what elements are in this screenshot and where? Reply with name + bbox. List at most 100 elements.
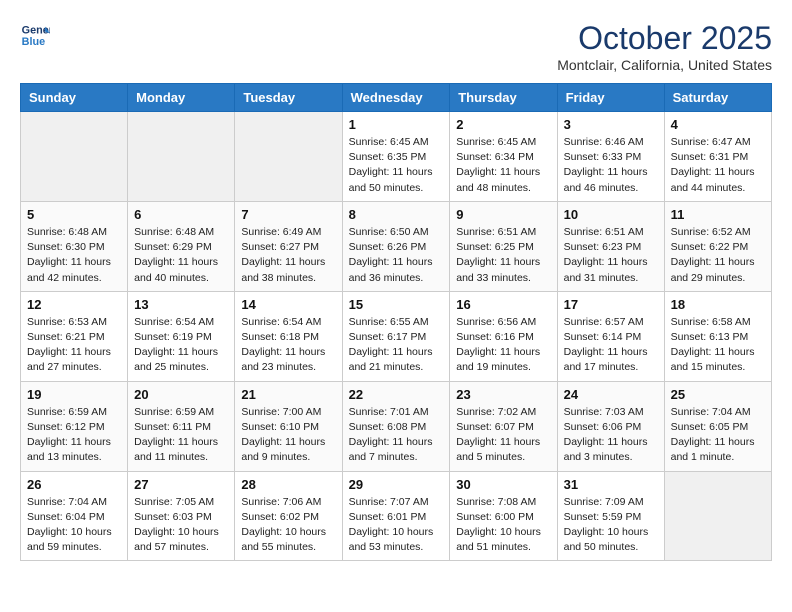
day-info: Sunrise: 6:55 AM Sunset: 6:17 PM Dayligh…	[349, 315, 444, 376]
calendar-week-5: 26Sunrise: 7:04 AM Sunset: 6:04 PM Dayli…	[21, 471, 772, 561]
day-number: 17	[564, 297, 658, 312]
day-info: Sunrise: 6:50 AM Sunset: 6:26 PM Dayligh…	[349, 225, 444, 286]
day-number: 6	[134, 207, 228, 222]
day-number: 15	[349, 297, 444, 312]
day-number: 27	[134, 477, 228, 492]
page-header: General Blue October 2025 Montclair, Cal…	[20, 20, 772, 73]
day-info: Sunrise: 6:54 AM Sunset: 6:19 PM Dayligh…	[134, 315, 228, 376]
calendar-week-4: 19 Sunrise: 6:59 AM Sunset: 6:12 PM Dayli…	[21, 381, 772, 471]
calendar-cell: 30Sunrise: 7:08 AM Sunset: 6:00 PM Dayli…	[450, 471, 557, 561]
weekday-header-wednesday: Wednesday	[342, 84, 450, 112]
day-number: 21	[241, 387, 335, 402]
day-info: Sunrise: 7:05 AM Sunset: 6:03 PM Dayligh…	[134, 495, 228, 556]
calendar-cell: 28 Sunrise: 7:06 AM Sunset: 6:02 PM Dayli…	[235, 471, 342, 561]
day-info: Sunrise: 7:00 AM Sunset: 6:10 PM Dayligh…	[241, 405, 335, 466]
day-number: 16	[456, 297, 550, 312]
weekday-header-tuesday: Tuesday	[235, 84, 342, 112]
calendar-cell: 2 Sunrise: 6:45 AM Sunset: 6:34 PM Daylig…	[450, 112, 557, 202]
day-info: Sunrise: 6:45 AM Sunset: 6:34 PM Dayligh…	[456, 135, 550, 196]
day-info: Sunrise: 6:45 AM Sunset: 6:35 PM Dayligh…	[349, 135, 444, 196]
calendar-cell: 10Sunrise: 6:51 AM Sunset: 6:23 PM Dayli…	[557, 201, 664, 291]
day-number: 28	[241, 477, 335, 492]
calendar-cell: 27 Sunrise: 7:05 AM Sunset: 6:03 PM Dayli…	[128, 471, 235, 561]
day-info: Sunrise: 7:09 AM Sunset: 5:59 PM Dayligh…	[564, 495, 658, 556]
calendar-cell: 3 Sunrise: 6:46 AM Sunset: 6:33 PM Daylig…	[557, 112, 664, 202]
day-number: 12	[27, 297, 121, 312]
day-number: 25	[671, 387, 765, 402]
day-number: 2	[456, 117, 550, 132]
calendar-cell: 25 Sunrise: 7:04 AM Sunset: 6:05 PM Dayli…	[664, 381, 771, 471]
day-number: 24	[564, 387, 658, 402]
svg-text:Blue: Blue	[22, 36, 45, 48]
calendar-week-3: 12Sunrise: 6:53 AM Sunset: 6:21 PM Dayli…	[21, 291, 772, 381]
day-info: Sunrise: 6:58 AM Sunset: 6:13 PM Dayligh…	[671, 315, 765, 376]
day-info: Sunrise: 6:49 AM Sunset: 6:27 PM Dayligh…	[241, 225, 335, 286]
calendar-cell: 8 Sunrise: 6:50 AM Sunset: 6:26 PM Daylig…	[342, 201, 450, 291]
day-info: Sunrise: 7:08 AM Sunset: 6:00 PM Dayligh…	[456, 495, 550, 556]
calendar-cell: 6Sunrise: 6:48 AM Sunset: 6:29 PM Daylig…	[128, 201, 235, 291]
weekday-header-friday: Friday	[557, 84, 664, 112]
day-info: Sunrise: 7:07 AM Sunset: 6:01 PM Dayligh…	[349, 495, 444, 556]
calendar-cell: 14Sunrise: 6:54 AM Sunset: 6:18 PM Dayli…	[235, 291, 342, 381]
day-info: Sunrise: 7:03 AM Sunset: 6:06 PM Dayligh…	[564, 405, 658, 466]
day-number: 26	[27, 477, 121, 492]
day-info: Sunrise: 6:46 AM Sunset: 6:33 PM Dayligh…	[564, 135, 658, 196]
title-block: October 2025 Montclair, California, Unit…	[557, 20, 772, 73]
calendar-cell: 29 Sunrise: 7:07 AM Sunset: 6:01 PM Dayli…	[342, 471, 450, 561]
calendar-cell: 20 Sunrise: 6:59 AM Sunset: 6:11 PM Dayli…	[128, 381, 235, 471]
calendar-cell: 19 Sunrise: 6:59 AM Sunset: 6:12 PM Dayli…	[21, 381, 128, 471]
calendar-cell: 13 Sunrise: 6:54 AM Sunset: 6:19 PM Dayli…	[128, 291, 235, 381]
day-info: Sunrise: 6:59 AM Sunset: 6:12 PM Dayligh…	[27, 405, 121, 466]
day-number: 13	[134, 297, 228, 312]
day-number: 3	[564, 117, 658, 132]
day-info: Sunrise: 6:56 AM Sunset: 6:16 PM Dayligh…	[456, 315, 550, 376]
logo: General Blue	[20, 20, 50, 50]
day-info: Sunrise: 6:51 AM Sunset: 6:23 PM Dayligh…	[564, 225, 658, 286]
day-info: Sunrise: 6:52 AM Sunset: 6:22 PM Dayligh…	[671, 225, 765, 286]
calendar-cell: 26Sunrise: 7:04 AM Sunset: 6:04 PM Dayli…	[21, 471, 128, 561]
calendar-cell	[21, 112, 128, 202]
day-number: 31	[564, 477, 658, 492]
day-number: 20	[134, 387, 228, 402]
day-number: 5	[27, 207, 121, 222]
weekday-header-monday: Monday	[128, 84, 235, 112]
calendar-cell: 31 Sunrise: 7:09 AM Sunset: 5:59 PM Dayli…	[557, 471, 664, 561]
day-info: Sunrise: 7:02 AM Sunset: 6:07 PM Dayligh…	[456, 405, 550, 466]
day-number: 9	[456, 207, 550, 222]
day-number: 7	[241, 207, 335, 222]
weekday-header-row: SundayMondayTuesdayWednesdayThursdayFrid…	[21, 84, 772, 112]
day-number: 18	[671, 297, 765, 312]
month-title: October 2025	[557, 20, 772, 57]
day-number: 29	[349, 477, 444, 492]
day-info: Sunrise: 7:04 AM Sunset: 6:05 PM Dayligh…	[671, 405, 765, 466]
day-number: 11	[671, 207, 765, 222]
calendar-week-2: 5 Sunrise: 6:48 AM Sunset: 6:30 PM Daylig…	[21, 201, 772, 291]
calendar-cell	[664, 471, 771, 561]
calendar-cell: 15 Sunrise: 6:55 AM Sunset: 6:17 PM Dayli…	[342, 291, 450, 381]
weekday-header-sunday: Sunday	[21, 84, 128, 112]
day-info: Sunrise: 7:06 AM Sunset: 6:02 PM Dayligh…	[241, 495, 335, 556]
calendar-cell: 1Sunrise: 6:45 AM Sunset: 6:35 PM Daylig…	[342, 112, 450, 202]
day-info: Sunrise: 6:57 AM Sunset: 6:14 PM Dayligh…	[564, 315, 658, 376]
day-info: Sunrise: 6:48 AM Sunset: 6:30 PM Dayligh…	[27, 225, 121, 286]
calendar-cell: 17 Sunrise: 6:57 AM Sunset: 6:14 PM Dayli…	[557, 291, 664, 381]
day-number: 8	[349, 207, 444, 222]
calendar-cell: 9Sunrise: 6:51 AM Sunset: 6:25 PM Daylig…	[450, 201, 557, 291]
calendar-cell: 12Sunrise: 6:53 AM Sunset: 6:21 PM Dayli…	[21, 291, 128, 381]
calendar-cell: 22Sunrise: 7:01 AM Sunset: 6:08 PM Dayli…	[342, 381, 450, 471]
day-info: Sunrise: 7:01 AM Sunset: 6:08 PM Dayligh…	[349, 405, 444, 466]
calendar-cell: 11 Sunrise: 6:52 AM Sunset: 6:22 PM Dayli…	[664, 201, 771, 291]
calendar-cell: 23Sunrise: 7:02 AM Sunset: 6:07 PM Dayli…	[450, 381, 557, 471]
calendar-cell: 4 Sunrise: 6:47 AM Sunset: 6:31 PM Daylig…	[664, 112, 771, 202]
calendar-cell: 7 Sunrise: 6:49 AM Sunset: 6:27 PM Daylig…	[235, 201, 342, 291]
day-info: Sunrise: 6:59 AM Sunset: 6:11 PM Dayligh…	[134, 405, 228, 466]
calendar-week-1: 1Sunrise: 6:45 AM Sunset: 6:35 PM Daylig…	[21, 112, 772, 202]
calendar-cell: 16 Sunrise: 6:56 AM Sunset: 6:16 PM Dayli…	[450, 291, 557, 381]
weekday-header-thursday: Thursday	[450, 84, 557, 112]
day-info: Sunrise: 6:47 AM Sunset: 6:31 PM Dayligh…	[671, 135, 765, 196]
logo-icon: General Blue	[20, 20, 50, 50]
calendar-cell: 21 Sunrise: 7:00 AM Sunset: 6:10 PM Dayli…	[235, 381, 342, 471]
calendar-cell: 18 Sunrise: 6:58 AM Sunset: 6:13 PM Dayli…	[664, 291, 771, 381]
day-number: 19	[27, 387, 121, 402]
day-number: 4	[671, 117, 765, 132]
